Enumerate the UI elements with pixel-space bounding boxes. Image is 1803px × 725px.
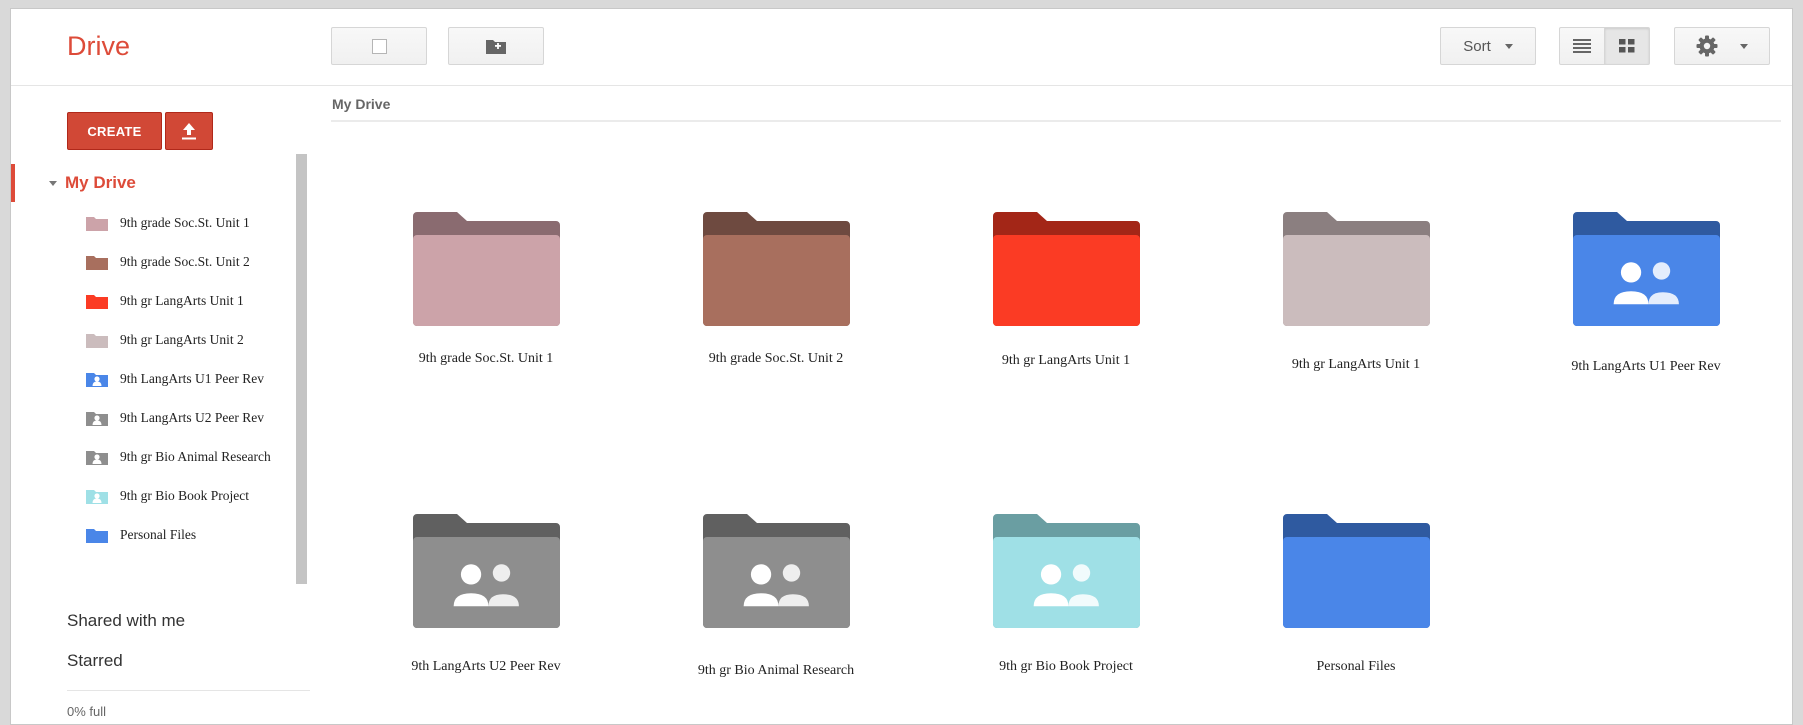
selected-nav-indicator — [11, 164, 15, 202]
sidebar-folder-label: 9th gr LangArts Unit 2 — [120, 331, 244, 347]
expand-triangle-icon[interactable] — [49, 180, 57, 186]
gear-icon — [1696, 35, 1718, 57]
sidebar-item-shared-with-me[interactable]: Shared with me — [67, 611, 185, 631]
sidebar-folder-label: 9th LangArts U1 Peer Rev — [120, 370, 264, 386]
sidebar: CREATE My Drive 9th grade Soc.St. Unit 1… — [11, 86, 311, 724]
folder-label: 9th grade Soc.St. Unit 2 — [708, 351, 844, 366]
sidebar-folder-label: 9th grade Soc.St. Unit 1 — [120, 214, 250, 230]
sort-label: Sort — [1463, 37, 1491, 55]
shared-folder-icon — [86, 450, 108, 465]
top-toolbar: Drive Sort — [11, 9, 1792, 86]
sidebar-divider — [67, 690, 310, 691]
list-view-icon — [1573, 39, 1591, 53]
shared-folder-icon — [86, 411, 108, 426]
chevron-down-icon — [1504, 43, 1513, 49]
folder-icon — [1282, 514, 1430, 628]
sidebar-folder-item[interactable]: 9th gr Bio Book Project — [86, 476, 301, 515]
folder-tile[interactable]: 9th grade Soc.St. Unit 2 — [631, 212, 921, 367]
sidebar-scrollbar[interactable] — [296, 154, 307, 584]
sidebar-folder-label: 9th gr Bio Animal Research — [120, 448, 271, 464]
create-button[interactable]: CREATE — [67, 112, 162, 150]
shared-folder-icon — [992, 514, 1140, 628]
folder-tree: 9th grade Soc.St. Unit 1 9th grade Soc.St… — [86, 203, 301, 554]
grid-view-icon — [1619, 39, 1635, 53]
folder-tile[interactable]: Personal Files — [1211, 514, 1501, 675]
folder-tile[interactable]: 9th gr Bio Book Project — [921, 514, 1211, 675]
drive-logo[interactable]: Drive — [67, 31, 130, 62]
folder-icon — [86, 294, 108, 309]
sidebar-folder-label: 9th grade Soc.St. Unit 2 — [120, 253, 250, 269]
select-all-button[interactable] — [331, 27, 427, 65]
sidebar-folder-item[interactable]: 9th LangArts U2 Peer Rev — [86, 398, 301, 437]
folder-tile[interactable]: 9th gr LangArts Unit 1 — [921, 212, 1211, 369]
folder-tile[interactable]: 9th gr Bio Animal Research — [631, 514, 921, 679]
new-folder-icon — [486, 40, 506, 54]
folder-icon — [86, 333, 108, 348]
list-view-button[interactable] — [1559, 27, 1605, 65]
sidebar-folder-label: Personal Files — [120, 526, 197, 542]
folder-icon — [702, 212, 850, 326]
folder-label: 9th gr LangArts Unit 1 — [1291, 357, 1421, 372]
shared-folder-icon — [1572, 212, 1720, 326]
folder-tile[interactable]: 9th LangArts U1 Peer Rev — [1501, 212, 1791, 375]
folder-label: 9th gr Bio Animal Research — [697, 663, 855, 678]
storage-quota: 0% full — [67, 704, 107, 719]
drive-window: Drive Sort CREATE My Drive 9th grade Soc… — [10, 8, 1793, 725]
settings-button[interactable] — [1674, 27, 1770, 65]
folder-label: 9th LangArts U2 Peer Rev — [411, 659, 561, 674]
shared-folder-icon — [702, 514, 850, 628]
upload-icon — [182, 123, 196, 140]
folder-label: 9th gr Bio Book Project — [999, 659, 1133, 674]
sidebar-folder-item[interactable]: 9th grade Soc.St. Unit 2 — [86, 242, 301, 281]
folder-icon — [86, 216, 108, 231]
sidebar-folder-item[interactable]: 9th gr LangArts Unit 2 — [86, 320, 301, 359]
folder-icon — [992, 212, 1140, 326]
upload-button[interactable] — [165, 112, 213, 150]
folder-tile[interactable]: 9th LangArts U2 Peer Rev — [341, 514, 631, 675]
sidebar-folder-label: 9th LangArts U2 Peer Rev — [120, 409, 264, 425]
my-drive-label: My Drive — [65, 173, 136, 192]
sort-button[interactable]: Sort — [1440, 27, 1536, 65]
folder-icon — [86, 255, 108, 270]
folder-label: 9th gr LangArts Unit 1 — [1001, 353, 1131, 368]
folder-tile[interactable]: 9th gr LangArts Unit 1 — [1211, 212, 1501, 373]
sidebar-item-starred[interactable]: Starred — [67, 651, 123, 671]
grid-view-button[interactable] — [1604, 27, 1650, 65]
breadcrumb[interactable]: My Drive — [332, 96, 390, 112]
folder-tile[interactable]: 9th grade Soc.St. Unit 1 — [341, 212, 631, 367]
shared-folder-icon — [86, 489, 108, 504]
sidebar-folder-item[interactable]: 9th gr LangArts Unit 1 — [86, 281, 301, 320]
new-folder-button[interactable] — [448, 27, 544, 65]
folder-label: Personal Files — [1316, 659, 1396, 674]
folder-icon — [1282, 212, 1430, 326]
sidebar-folder-item[interactable]: 9th grade Soc.St. Unit 1 — [86, 203, 301, 242]
sidebar-folder-label: 9th gr LangArts Unit 1 — [120, 292, 244, 308]
breadcrumb-divider — [331, 120, 1781, 122]
select-all-checkbox[interactable] — [371, 38, 387, 54]
folder-label: 9th LangArts U1 Peer Rev — [1571, 359, 1721, 374]
sidebar-folder-label: 9th gr Bio Book Project — [120, 487, 249, 503]
sidebar-folder-item[interactable]: Personal Files — [86, 515, 301, 554]
folder-label: 9th grade Soc.St. Unit 1 — [418, 351, 554, 366]
settings-chevron-icon — [1740, 43, 1748, 49]
sidebar-folder-item[interactable]: 9th LangArts U1 Peer Rev — [86, 359, 301, 398]
shared-folder-icon — [412, 514, 560, 628]
folder-icon — [412, 212, 560, 326]
shared-folder-icon — [86, 372, 108, 387]
sidebar-folder-item[interactable]: 9th gr Bio Animal Research — [86, 437, 301, 476]
folder-icon — [86, 528, 108, 543]
sidebar-item-my-drive[interactable]: My Drive — [49, 173, 136, 193]
